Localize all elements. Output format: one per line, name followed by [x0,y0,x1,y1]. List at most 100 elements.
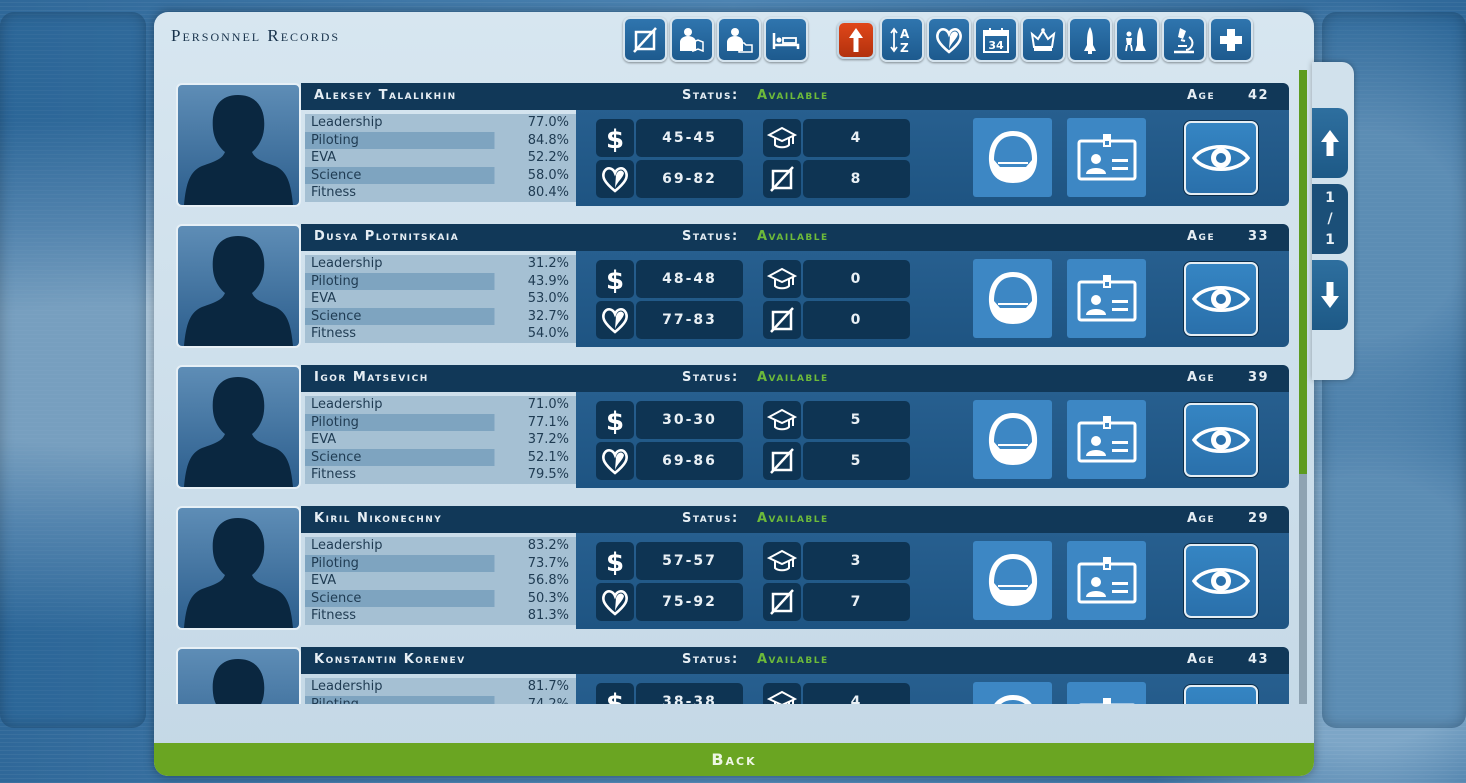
salary-value: 45-45 [636,119,743,157]
assign-helmet-button[interactable] [973,118,1052,197]
stat-value: 31.2% [527,256,569,271]
sort-age-button[interactable]: 34 [974,17,1018,62]
salary-value: 48-48 [636,260,743,298]
health-icon-box [596,301,634,339]
id-card-button[interactable] [1067,118,1146,197]
portrait-silhouette [176,365,301,489]
view-details-button[interactable] [1184,262,1258,336]
missions-value: 7 [803,583,910,621]
sort-piloting-button[interactable] [1068,17,1112,62]
eye-icon [1191,568,1251,594]
sort-leadership-button[interactable] [1021,17,1065,62]
assign-helmet-button[interactable] [973,259,1052,338]
page-down-button[interactable] [1312,260,1348,330]
personnel-card[interactable]: Aleksey Talalikhin Status: Available Age… [176,82,1291,207]
view-details-button[interactable] [1184,121,1258,195]
stat-value: 77.0% [527,115,569,130]
stat-value: 74.2% [528,696,569,704]
view-details-button[interactable] [1184,403,1258,477]
total-pages: 1 [1325,232,1335,248]
page-navigator: 1 / 1 [1312,62,1354,380]
id-card-button[interactable] [1067,682,1146,704]
personnel-panel: Personnel Records AZ 34 Aleksey Talalikh… [154,12,1314,776]
salary-icon-box: $ [596,260,634,298]
stat-value: 32.7% [527,308,569,324]
age-value: 42 [1248,88,1270,103]
status-value: Available [757,88,829,103]
stat-value: 52.1% [527,449,569,465]
salary-icon-box: $ [596,119,634,157]
list-scrollbar-thumb[interactable] [1299,70,1307,474]
page-up-button[interactable] [1312,108,1348,178]
card-header: Konstantin Korenev Status: Available Age… [301,647,1289,674]
id-card-button[interactable] [1067,259,1146,338]
sort-age-calendar-icon: 34 [983,27,1009,53]
sort-science-button[interactable] [1162,17,1206,62]
list-scrollbar[interactable] [1299,70,1307,704]
status-label: Status: [682,511,739,526]
medical-bed-icon [772,32,800,49]
health-value: 77-83 [636,301,743,339]
stat-row: EVA 37.2% [305,431,576,449]
missions-icon-box [763,301,801,339]
stat-row: Piloting 74.2% [305,695,576,704]
person-silhouette-icon [184,95,293,205]
stat-label: EVA [311,573,337,589]
stat-row: Science 52.1% [305,448,576,467]
graduation-cap-icon [767,408,797,431]
view-details-button[interactable] [1184,544,1258,618]
sort-alphabetical-button[interactable]: AZ [880,17,924,62]
space-helmet-icon [988,271,1037,324]
sort-direction-button[interactable] [837,21,875,59]
filter-none-button[interactable] [623,17,667,62]
missions-icon [770,166,794,192]
personnel-card[interactable]: Dusya Plotnitskaia Status: Available Age… [176,223,1291,348]
stat-value: 84.8% [527,132,569,148]
missions-value: 5 [803,442,910,480]
sort-health-button[interactable] [927,17,971,62]
assign-helmet-button[interactable] [973,400,1052,479]
sort-eva-button[interactable] [1115,17,1159,62]
assign-helmet-button[interactable] [973,682,1052,704]
svg-text:$: $ [606,689,624,704]
stat-value: 77.1% [527,414,569,430]
stat-label: EVA [311,432,337,448]
portrait-silhouette [176,224,301,348]
stat-label: Fitness [311,326,357,342]
current-page: 1 [1325,190,1335,206]
training-icon-box [763,119,801,157]
stat-row: Fitness 81.3% [305,607,576,625]
assign-helmet-button[interactable] [973,541,1052,620]
id-card-button[interactable] [1067,400,1146,479]
training-value: 0 [803,260,910,298]
personnel-card[interactable]: Kiril Nikonechny Status: Available Age 2… [176,505,1291,630]
missions-icon [770,307,794,333]
stat-row: EVA 53.0% [305,290,576,308]
view-details-button[interactable] [1184,685,1258,704]
health-value: 69-82 [636,160,743,198]
stat-row: Leadership 83.2% [305,537,576,555]
id-card-button[interactable] [1067,541,1146,620]
personnel-card[interactable]: Konstantin Korenev Status: Available Age… [176,646,1291,704]
filter-medical-button[interactable] [764,17,808,62]
svg-text:$: $ [606,548,624,576]
stat-label: Leadership [311,115,383,130]
skill-stats: Leadership81.7%Piloting74.2%EVAScienceFi… [305,678,576,704]
card-detail-area: $ 48-48 77-83 0 0 [576,251,1289,347]
status-value: Available [757,511,829,526]
portrait-silhouette [176,83,301,207]
stat-label: Piloting [311,273,359,289]
space-helmet-icon [988,130,1037,183]
personnel-card[interactable]: Igor Matsevich Status: Available Age 39 … [176,364,1291,489]
sort-fitness-button[interactable] [1209,17,1253,62]
personnel-list[interactable]: Aleksey Talalikhin Status: Available Age… [176,82,1293,704]
salary-value: 30-30 [636,401,743,439]
filter-personnel-folder-button[interactable] [717,17,761,62]
salary-value: 38-38 [636,683,743,704]
status-label: Status: [682,88,739,103]
filter-personnel-reading-button[interactable] [670,17,714,62]
stat-value: 80.4% [527,185,569,201]
stat-label: Leadership [311,538,383,553]
status-label: Status: [682,652,739,667]
back-button[interactable]: Back [154,743,1314,776]
